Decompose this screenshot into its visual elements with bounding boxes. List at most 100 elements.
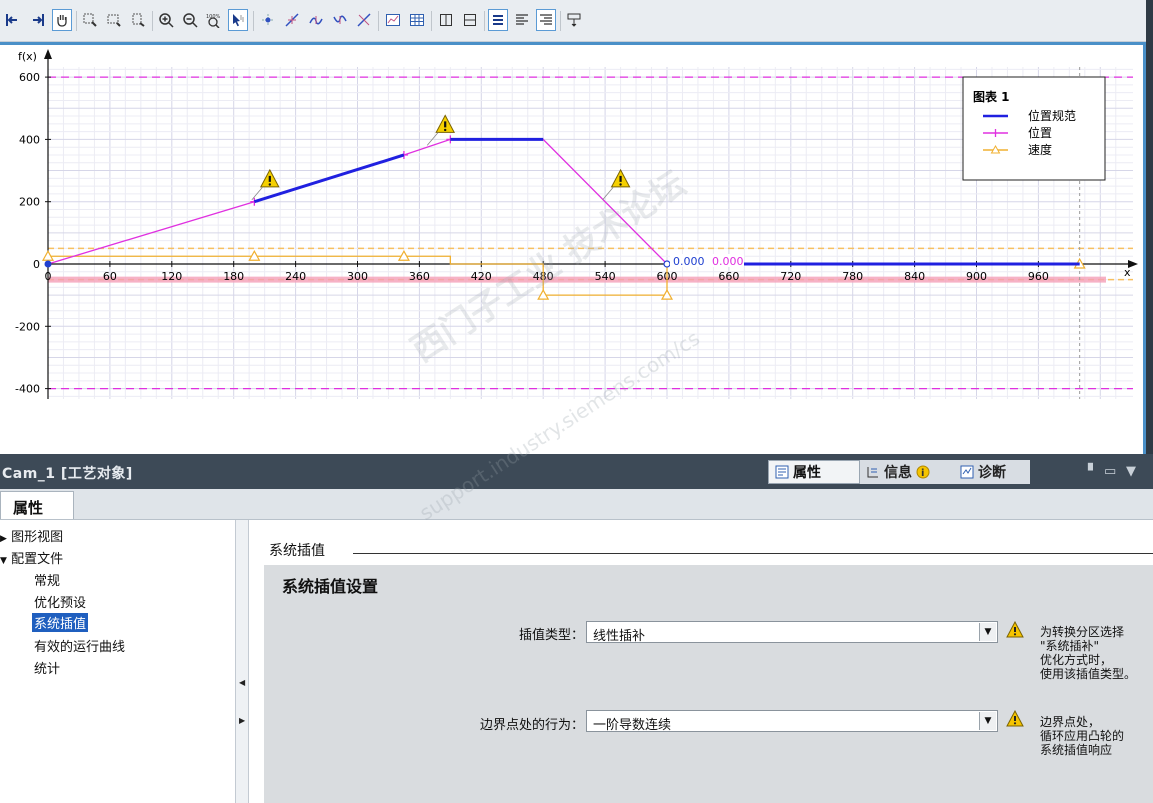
nav-item-system-interpolation[interactable]: 系统插值 [32,613,89,632]
properties-content: 系统插值 系统插值设置 插值类型： 线性插补 ▼ 为转换分区选择 "系统插补" … [249,520,1153,803]
x-axis-label: x [1124,266,1131,279]
align-left-icon[interactable] [512,9,532,31]
chart-toolbar: 100% [0,0,1153,42]
curve-segment2-icon[interactable] [330,9,350,31]
legend-label: 位置 [1028,125,1052,140]
collapse-icon[interactable]: ▼ [0,556,7,566]
x-tick-label: 540 [595,270,616,283]
nav-splitter[interactable]: ◀ ▶ [235,520,249,803]
boundary-behavior-select[interactable]: 一阶导数连续 ▼ [586,710,998,733]
subtab-properties[interactable]: 属性 [0,491,74,519]
settings-group: 系统插值设置 插值类型： 线性插补 ▼ 为转换分区选择 "系统插补" 优化方式时… [264,565,1153,803]
legend-list-icon[interactable] [488,9,508,31]
legend-label: 位置规范 [1028,108,1076,123]
x-tick-label: 180 [223,270,244,283]
interpolation-type-select[interactable]: 线性插补 ▼ [586,621,998,644]
chevron-down-icon[interactable]: ▼ [979,623,996,641]
move-left-icon[interactable] [2,9,22,31]
info-list-icon [867,467,878,478]
zoom-in-icon[interactable] [156,9,176,31]
nav-item-effective-profile[interactable]: 有效的运行曲线 [34,636,125,655]
tab-info[interactable]: 信息 i [860,460,954,484]
inspector-title-bar: Cam_1 [工艺对象] 属性 信息 i 诊断 ▘ ▭ ▼ [0,454,1153,489]
value-label: 0.000 [673,255,705,268]
split-vertical-icon[interactable] [436,9,456,31]
nav-item-general[interactable]: 常规 [34,570,60,589]
warning-icon [1006,621,1024,638]
x-tick-label: 300 [347,270,368,283]
y-tick-label: 0 [33,258,40,271]
zoom-horizontal-icon[interactable] [104,9,124,31]
chart-view-icon[interactable] [383,9,403,31]
insert-segment-icon[interactable] [282,9,302,31]
y-axis-arrow [44,49,52,59]
group-title: 系统插值设置 [282,577,379,596]
legend-label: 速度 [1028,142,1052,157]
value-label: 0.000 [712,255,744,268]
y-tick-label: 400 [19,133,40,146]
svg-text:i: i [921,468,924,479]
select-pointer-icon[interactable] [228,9,248,31]
collapse-left-icon[interactable]: ◀ [239,678,245,687]
cam-chart[interactable]: f(x)x0 60 120 180 240 300 360 420 480 540 600 660 72… [0,45,1143,454]
minimize-icon[interactable]: ▭ [1104,464,1116,479]
chevron-down-icon[interactable]: ▼ [979,712,996,730]
warning-icon-dot [443,128,447,132]
x-tick-label: 120 [161,270,182,283]
y-tick-label: -400 [15,383,40,396]
zoom-100-icon[interactable]: 100% [204,9,224,31]
align-right-icon[interactable] [536,9,556,31]
tab-diagnostics[interactable]: 诊断 [954,460,1030,484]
zoom-region-icon[interactable] [80,9,100,31]
expand-right-icon[interactable]: ▶ [239,716,245,725]
table-view-icon[interactable] [407,9,427,31]
nav-item-graphic-view[interactable]: ▶ 图形视图 [0,526,63,545]
y-tick-label: 600 [19,71,40,84]
boundary-behavior-hint: 边界点处， 循环应用凸轮的 系统插值响应 [1040,715,1125,757]
split-horizontal-icon[interactable] [460,9,480,31]
x-tick-label: 420 [471,270,492,283]
x-tick-label: 360 [409,270,430,283]
tab-properties[interactable]: 属性 [768,460,860,484]
y-tick-label: 200 [19,196,40,209]
x-tick-label: 0 [45,270,52,283]
x-tick-label: 840 [904,270,925,283]
properties-icon [775,465,789,479]
segment-end-point [663,260,671,268]
x-tick-label: 900 [966,270,987,283]
chevron-down-icon[interactable]: ▼ [1126,464,1136,479]
zoom-vertical-icon[interactable] [128,9,148,31]
svg-text:100%: 100% [206,14,221,20]
move-right-icon[interactable] [28,9,48,31]
expand-icon[interactable]: ▶ [0,534,7,544]
window-edge [1146,0,1153,454]
float-window-icon[interactable]: ▘ [1088,464,1098,479]
nav-tree: ▶ 图形视图 ▼ 配置文件 常规 优化预设 系统插值 有效的运行曲线 统计 [0,520,235,803]
warning-icon-dot [268,183,272,186]
zoom-out-icon[interactable] [180,9,200,31]
properties-area: 属性 ▶ 图形视图 ▼ 配置文件 常规 优化预设 系统插值 有效的运行曲线 统计… [0,489,1153,803]
origin-point [44,260,52,268]
curve-segment-icon[interactable] [306,9,326,31]
subtab-row: 属性 [0,489,1153,520]
x-tick-label: 60 [103,270,117,283]
x-tick-label: 780 [842,270,863,283]
section-title: 系统插值 [269,543,325,559]
diagnostics-icon [960,465,974,479]
inspector-title: Cam_1 [工艺对象] [2,466,133,482]
nav-item-profile[interactable]: ▼ 配置文件 [0,548,63,567]
nav-item-optimization-preset[interactable]: 优化预设 [34,592,86,611]
insert-point-icon[interactable] [258,9,278,31]
tooltip-icon[interactable] [564,9,584,31]
x-tick-label: 720 [780,270,801,283]
x-tick-label: 960 [1028,270,1049,283]
pan-hand-icon[interactable] [52,9,72,31]
x-tick-label: 660 [718,270,739,283]
boundary-behavior-label: 边界点处的行为： [479,718,584,733]
delete-segment-icon[interactable] [354,9,374,31]
x-tick-label: 240 [285,270,306,283]
legend-title: 图表 1 [973,89,1010,104]
nav-item-statistics[interactable]: 统计 [34,658,60,677]
section-divider [353,553,1153,554]
warning-icon-dot [619,183,622,186]
